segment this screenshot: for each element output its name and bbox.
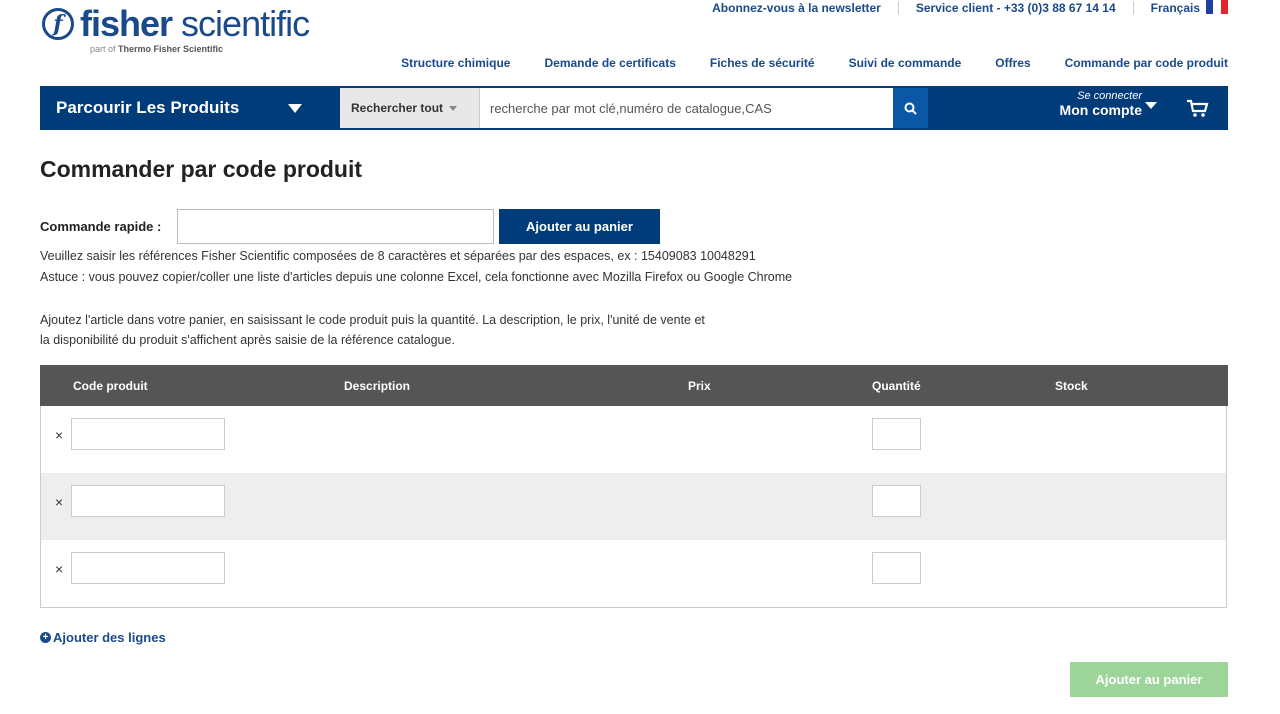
- product-code-input[interactable]: [71, 485, 225, 517]
- page-title: Commander par code produit: [40, 156, 363, 182]
- logo-word-light: scientific: [172, 3, 310, 44]
- logo-f-icon: f: [42, 8, 74, 40]
- quantity-input[interactable]: [872, 418, 921, 450]
- nav-demande-certificats[interactable]: Demande de certificats: [544, 56, 675, 70]
- add-lines-link[interactable]: + Ajouter des lignes: [40, 630, 166, 645]
- utility-bar: Abonnez-vous à la newsletter Service cli…: [712, 0, 1200, 16]
- add-lines-label: Ajouter des lignes: [53, 630, 166, 645]
- search-scope-label: Rechercher tout: [351, 101, 444, 115]
- nav-suivi-commande[interactable]: Suivi de commande: [849, 56, 962, 70]
- nav-offres[interactable]: Offres: [995, 56, 1030, 70]
- divider: [897, 1, 899, 15]
- header-quantity: Quantité: [872, 379, 921, 393]
- divider: [1132, 1, 1134, 15]
- header-code: Code produit: [73, 379, 148, 393]
- account-label: Mon compte: [1059, 102, 1142, 118]
- search-scope-dropdown[interactable]: Rechercher tout: [340, 88, 480, 128]
- help-text-2: Astuce : vous pouvez copier/coller une l…: [40, 270, 793, 284]
- table-header: Code produit Description Prix Quantité S…: [40, 365, 1228, 406]
- help-text-4: la disponibilité du produit s'affichent …: [40, 333, 455, 347]
- cart-icon[interactable]: [1186, 98, 1210, 118]
- product-code-input[interactable]: [71, 552, 225, 584]
- nav-fiches-securite[interactable]: Fiches de sécurité: [710, 56, 815, 70]
- add-to-cart-button[interactable]: Ajouter au panier: [1070, 662, 1228, 697]
- header-description: Description: [344, 379, 411, 393]
- search-icon: [904, 102, 917, 115]
- quick-order-input[interactable]: [177, 209, 494, 244]
- logo-sub-prefix: part of: [90, 44, 119, 54]
- quantity-input[interactable]: [872, 485, 921, 517]
- account-menu[interactable]: Se connecter Mon compte: [1032, 90, 1142, 118]
- logo-sub-brand: Thermo Fisher Scientific: [118, 44, 224, 54]
- browse-products-menu[interactable]: Parcourir Les Produits: [56, 86, 239, 130]
- chevron-down-icon[interactable]: [1145, 102, 1157, 109]
- nav-commande-code-produit[interactable]: Commande par code produit: [1065, 56, 1228, 70]
- newsletter-link[interactable]: Abonnez-vous à la newsletter: [712, 1, 881, 15]
- table-row: ×: [41, 406, 1226, 473]
- nav-structure-chimique[interactable]: Structure chimique: [401, 56, 510, 70]
- search-button[interactable]: [893, 88, 928, 128]
- remove-row-icon[interactable]: ×: [55, 561, 63, 577]
- remove-row-icon[interactable]: ×: [55, 494, 63, 510]
- customer-service-link[interactable]: Service client - +33 (0)3 88 67 14 14: [916, 1, 1116, 15]
- quick-add-to-cart-button[interactable]: Ajouter au panier: [499, 209, 660, 244]
- order-table: Code produit Description Prix Quantité S…: [40, 365, 1228, 608]
- fisher-logo[interactable]: f fisher scientific part of Thermo Fishe…: [40, 3, 310, 56]
- language-selector[interactable]: Français: [1151, 1, 1200, 15]
- quick-order-label: Commande rapide :: [40, 219, 162, 234]
- france-flag-icon[interactable]: [1206, 0, 1228, 14]
- chevron-down-icon[interactable]: [288, 104, 302, 113]
- search-input[interactable]: [480, 88, 893, 128]
- plus-circle-icon: +: [40, 632, 51, 643]
- table-row: ×: [41, 473, 1226, 540]
- help-text-1: Veuillez saisir les références Fisher Sc…: [40, 249, 756, 263]
- product-code-input[interactable]: [71, 418, 225, 450]
- top-nav: Structure chimique Demande de certificat…: [367, 56, 1228, 70]
- header-price: Prix: [688, 379, 711, 393]
- logo-word-bold: fisher: [80, 3, 173, 44]
- quantity-input[interactable]: [872, 552, 921, 584]
- help-text-3: Ajoutez l'article dans votre panier, en …: [40, 313, 705, 327]
- signin-label: Se connecter: [1077, 90, 1142, 102]
- remove-row-icon[interactable]: ×: [55, 427, 63, 443]
- table-row: ×: [41, 540, 1226, 607]
- header-stock: Stock: [1055, 379, 1088, 393]
- caret-down-icon: [449, 106, 458, 112]
- main-navigation-bar: Parcourir Les Produits Rechercher tout S…: [40, 86, 1228, 130]
